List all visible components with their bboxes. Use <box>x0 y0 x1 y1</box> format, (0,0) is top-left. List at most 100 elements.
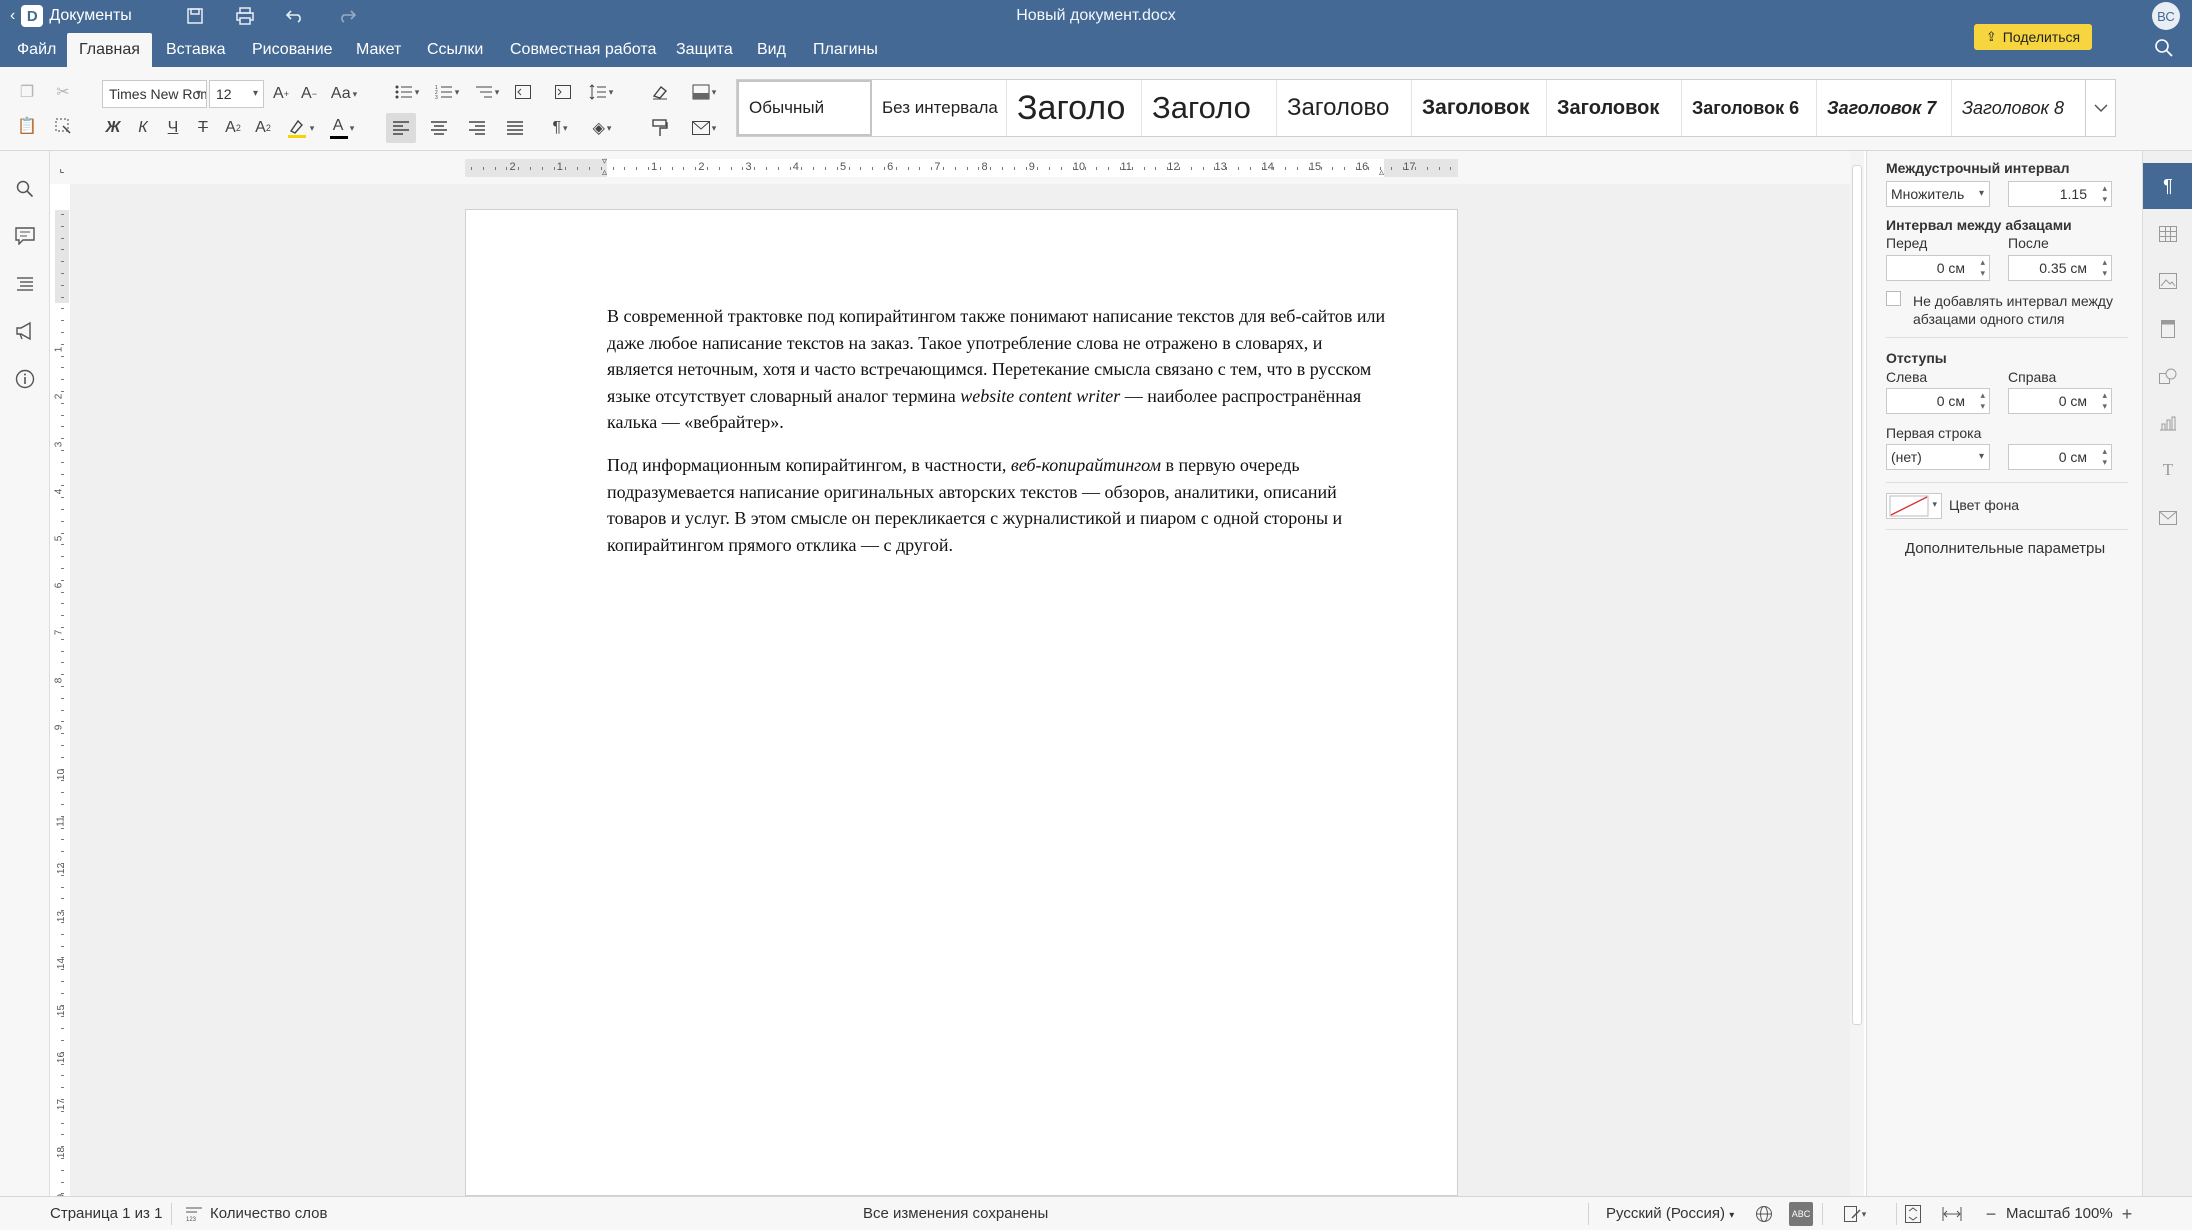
first-line-mode-select[interactable]: (нет) ▾ <box>1886 444 1990 470</box>
menu-file[interactable]: Файл <box>5 33 68 67</box>
undo-icon[interactable] <box>282 4 308 28</box>
style-heading-2[interactable]: Заголо <box>1142 80 1277 136</box>
justify-button[interactable] <box>500 113 530 143</box>
shape-settings-tab[interactable] <box>2143 353 2192 399</box>
info-icon[interactable] <box>10 364 40 394</box>
zoom-out-icon[interactable]: − <box>1979 1202 2003 1226</box>
horizontal-ruler[interactable]: 2 1 1 2 3 4 5 6 7 8 9 10 11 12 13 14 15 16 17 ▿ ▵ ▵ <box>465 156 1458 178</box>
redo-icon[interactable] <box>334 4 360 28</box>
menu-layout[interactable]: Макет <box>344 33 413 67</box>
underline-button[interactable]: Ч <box>158 113 188 143</box>
first-line-indent-marker[interactable]: ▿ <box>602 156 607 167</box>
style-heading-3[interactable]: Заголово <box>1277 80 1412 136</box>
copy-style-fill-button[interactable]: ▾ <box>684 77 724 107</box>
style-heading-6[interactable]: Заголовок 6 <box>1682 80 1817 136</box>
back-to-documents-button[interactable]: ‹ D Документы <box>10 3 132 29</box>
spell-check-icon[interactable]: ABC <box>1789 1202 1813 1226</box>
fit-to-width-icon[interactable] <box>1940 1202 1964 1226</box>
left-indent-marker[interactable]: ▵ <box>602 167 607 178</box>
paste-icon[interactable]: 📋 <box>12 111 42 141</box>
spin-arrows-icon[interactable]: ▴ ▾ <box>1980 257 1985 279</box>
bold-button[interactable]: Ж <box>98 113 128 143</box>
background-color-picker[interactable]: ▾ <box>1886 493 1942 519</box>
styles-expand-button[interactable] <box>2086 79 2116 137</box>
menu-references[interactable]: Ссылки <box>415 33 495 67</box>
left-indent-input[interactable]: 0 см ▴ ▾ <box>1886 388 1990 414</box>
spacing-before-input[interactable]: 0 см ▴ ▾ <box>1886 255 1990 281</box>
paragraph-settings-tab[interactable]: ¶ <box>2143 163 2192 209</box>
vertical-scrollbar[interactable] <box>1850 151 1864 1196</box>
menu-view[interactable]: Вид <box>745 33 798 67</box>
change-case-button[interactable]: Аа ▾ <box>324 79 364 109</box>
mail-merge-settings-tab[interactable] <box>2143 495 2192 541</box>
cut-icon[interactable]: ✂ <box>48 77 78 107</box>
navigation-icon[interactable] <box>10 269 40 299</box>
document-page[interactable]: В современной трактовке под копирайтинго… <box>465 209 1458 1196</box>
comments-icon[interactable] <box>10 221 40 251</box>
increase-font-icon[interactable]: A + <box>266 79 296 109</box>
zoom-level[interactable]: Масштаб 100% <box>2006 1197 2113 1230</box>
line-spacing-button[interactable]: ▾ <box>582 77 620 107</box>
menu-collaboration[interactable]: Совместная работа <box>498 33 668 67</box>
language-select[interactable]: Русский (Россия) ▾ <box>1606 1197 1734 1230</box>
menu-draw[interactable]: Рисование <box>240 33 345 67</box>
style-no-spacing[interactable]: Без интервала <box>872 80 1007 136</box>
spin-arrows-icon[interactable]: ▴ ▾ <box>2102 446 2107 468</box>
spacing-after-input[interactable]: 0.35 см ▴ ▾ <box>2008 255 2112 281</box>
first-line-value-input[interactable]: 0 см ▴ ▾ <box>2008 444 2112 470</box>
right-indent-input[interactable]: 0 см ▴ ▾ <box>2008 388 2112 414</box>
superscript-icon[interactable]: A2 <box>218 113 248 143</box>
font-name-select[interactable]: Times New Roman ▾ <box>102 80 207 108</box>
spin-arrows-icon[interactable]: ▴ ▾ <box>2102 390 2107 412</box>
save-icon[interactable] <box>182 4 208 28</box>
track-changes-icon[interactable]: ▾ <box>1838 1202 1872 1226</box>
spin-arrows-icon[interactable]: ▴ ▾ <box>1980 390 1985 412</box>
chart-settings-tab[interactable] <box>2143 400 2192 446</box>
spin-arrows-icon[interactable]: ▴ ▾ <box>2102 183 2107 205</box>
numbered-list-button[interactable]: 123 ▾ <box>428 77 466 107</box>
scrollbar-thumb[interactable] <box>1852 165 1862 1025</box>
font-color-button[interactable]: A ▾ <box>322 113 362 143</box>
search-icon[interactable] <box>2154 38 2178 62</box>
share-button[interactable]: ⇪ Поделиться <box>1974 24 2092 50</box>
paragraph-2[interactable]: Под информационным копирайтингом, в част… <box>607 452 1387 558</box>
word-count-button[interactable]: Количество слов <box>210 1197 327 1230</box>
menu-protection[interactable]: Защита <box>664 33 745 67</box>
style-heading-1[interactable]: Заголо <box>1007 80 1142 136</box>
align-right-button[interactable] <box>462 113 492 143</box>
spin-arrows-icon[interactable]: ▴ ▾ <box>2102 257 2107 279</box>
style-heading-7[interactable]: Заголовок 7 <box>1817 80 1952 136</box>
style-heading-8[interactable]: Заголовок 8 <box>1952 80 2085 136</box>
style-heading-5[interactable]: Заголовок <box>1547 80 1682 136</box>
vertical-ruler[interactable]: 12345678910111213141516171819 <box>53 210 69 1205</box>
menu-home[interactable]: Главная <box>67 33 152 67</box>
italic-button[interactable]: К <box>128 113 158 143</box>
dont-add-interval-checkbox[interactable] <box>1886 291 1901 306</box>
menu-insert[interactable]: Вставка <box>154 33 237 67</box>
line-spacing-value-input[interactable]: 1.15 ▴ ▾ <box>2008 181 2112 207</box>
tab-stop-selector[interactable]: ⌞ <box>55 161 69 175</box>
highlight-color-button[interactable]: ▾ <box>280 113 320 143</box>
mail-merge-button[interactable]: ▾ <box>684 113 724 143</box>
shading-button[interactable]: ◈ ▾ <box>582 113 622 143</box>
multilevel-list-button[interactable]: ▾ <box>468 77 506 107</box>
table-settings-tab[interactable] <box>2143 211 2192 257</box>
globe-icon[interactable] <box>1752 1202 1776 1226</box>
style-heading-4[interactable]: Заголовок <box>1412 80 1547 136</box>
copy-icon[interactable]: ❐ <box>12 77 42 107</box>
text-art-settings-tab[interactable]: T <box>2143 447 2192 493</box>
bullet-list-button[interactable]: ▾ <box>388 77 426 107</box>
font-size-select[interactable]: 12 ▾ <box>209 80 264 108</box>
decrease-font-icon[interactable]: A − <box>294 79 324 109</box>
line-spacing-mode-select[interactable]: Множитель ▾ <box>1886 181 1990 207</box>
align-left-button[interactable] <box>386 113 416 143</box>
zoom-in-icon[interactable]: + <box>2115 1202 2139 1226</box>
subscript-icon[interactable]: A2 <box>248 113 278 143</box>
menu-plugins[interactable]: Плагины <box>801 33 890 67</box>
advanced-settings-link[interactable]: Дополнительные параметры <box>1867 540 2143 557</box>
fit-to-page-icon[interactable] <box>1901 1202 1925 1226</box>
paragraph-1[interactable]: В современной трактовке под копирайтинго… <box>607 303 1387 436</box>
increase-indent-icon[interactable] <box>548 77 578 107</box>
print-icon[interactable] <box>232 4 258 28</box>
search-icon[interactable] <box>10 174 40 204</box>
